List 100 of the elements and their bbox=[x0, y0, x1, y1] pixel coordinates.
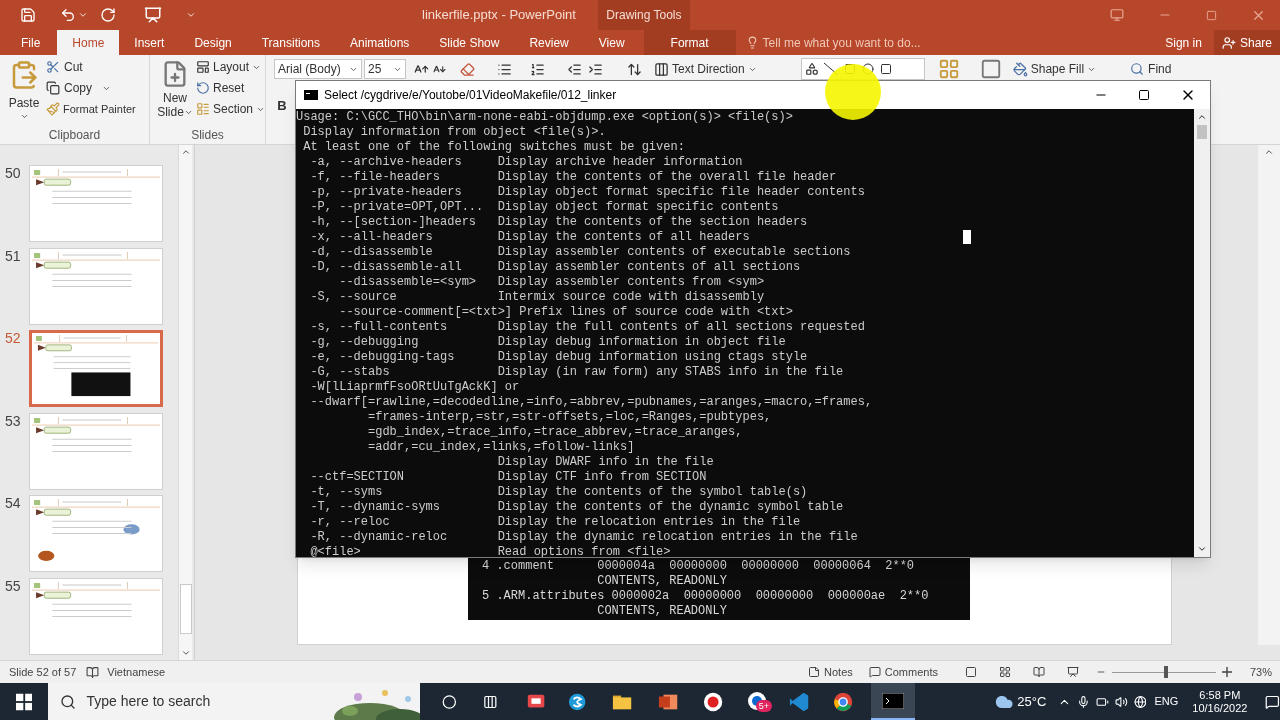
zoom-in-icon[interactable] bbox=[1221, 667, 1232, 677]
cut-button[interactable]: Cut bbox=[46, 58, 136, 76]
redo-icon[interactable] bbox=[100, 7, 116, 23]
scroll-thumb[interactable] bbox=[1197, 125, 1207, 139]
slide-thumbnail[interactable] bbox=[29, 412, 163, 490]
windows-logo-icon[interactable] bbox=[16, 692, 33, 711]
normal-view-icon[interactable] bbox=[963, 666, 978, 678]
layout-button[interactable]: Layout bbox=[195, 58, 265, 76]
layout-icon bbox=[195, 60, 210, 74]
customize-icon[interactable] bbox=[186, 10, 196, 20]
slide-thumbnail[interactable] bbox=[29, 330, 163, 407]
record-icon[interactable] bbox=[702, 690, 723, 713]
reading-view-icon[interactable] bbox=[1031, 666, 1046, 678]
ribbon-tab[interactable]: Review bbox=[514, 30, 584, 55]
indent-decrease-icon[interactable] bbox=[567, 61, 582, 77]
console-line: --dwarf[=rawline,=decodedline,=info,=abbrev,=pubnames,=aranges,=macro,=frames, bbox=[309, 395, 873, 410]
slideshow-icon[interactable] bbox=[144, 6, 162, 24]
ribbon-tab[interactable]: Animations bbox=[335, 30, 425, 55]
shape-fill-button[interactable]: Shape Fill bbox=[1012, 60, 1097, 78]
bullets-icon[interactable] bbox=[497, 61, 512, 77]
microphone-icon[interactable] bbox=[1077, 694, 1090, 709]
eraser-icon[interactable] bbox=[460, 61, 475, 77]
reset-icon bbox=[195, 81, 210, 95]
code-line: CONTENTS, READONLY bbox=[596, 604, 727, 619]
tell-me-placeholder: Tell me what you want to do... bbox=[762, 34, 921, 52]
spelling-icon[interactable] bbox=[86, 665, 100, 679]
terminal-taskbar-button[interactable] bbox=[871, 683, 915, 720]
ribbon-tab[interactable]: Home bbox=[57, 30, 120, 55]
code-editor-icon[interactable] bbox=[788, 690, 809, 713]
ribbon-tab[interactable]: Slide Show bbox=[424, 30, 515, 55]
scroll-up-icon[interactable] bbox=[1264, 147, 1274, 157]
zoom-thumb[interactable] bbox=[1163, 665, 1168, 678]
notes-button[interactable]: Notes bbox=[808, 663, 853, 681]
code-line: 4 .comment 0000004a 00000000 00000000 00000064 2**0 bbox=[482, 559, 915, 574]
line-spacing-icon[interactable] bbox=[627, 61, 642, 77]
text-direction-button[interactable]: Text Direction bbox=[654, 60, 757, 78]
comments-button[interactable]: Comments bbox=[868, 663, 938, 681]
scroll-down-icon[interactable] bbox=[1197, 544, 1207, 554]
browser-icon[interactable] bbox=[832, 690, 853, 713]
rounded-rectangle-icon bbox=[878, 63, 893, 75]
volume-icon[interactable] bbox=[1114, 694, 1128, 709]
slide-number: 54 bbox=[5, 495, 22, 511]
slide-number: 52 bbox=[5, 330, 22, 346]
task-view-icon[interactable] bbox=[483, 693, 498, 710]
scroll-down-icon[interactable] bbox=[180, 648, 191, 658]
cortana-icon[interactable] bbox=[442, 693, 458, 710]
console-line: -R, --dynamic-reloc Display the dynamic relocation entries in the file bbox=[309, 530, 858, 545]
network-icon[interactable] bbox=[1133, 694, 1147, 709]
paste-button[interactable]: Paste bbox=[4, 55, 44, 126]
console-line: -W[lLiaprmfFsoORtUuTgAckK] or bbox=[309, 380, 520, 395]
search-placeholder: Type here to search bbox=[86, 692, 211, 711]
console-line: Usage: C:\GCC_THO\bin\arm-none-eabi-objdump.exe <option(s)> <file(s)> bbox=[296, 110, 793, 125]
slide-info: Slide 52 of 57 bbox=[9, 664, 77, 680]
console-line: -h, --[section-]headers Display the contents of the section headers bbox=[309, 215, 808, 230]
slide-thumbnail[interactable] bbox=[29, 247, 163, 325]
console-line: -g, --debugging Display debug information in object file bbox=[309, 335, 786, 350]
section-button[interactable]: Section bbox=[195, 100, 265, 118]
copy-button[interactable]: Copy bbox=[46, 79, 136, 97]
scroll-up-icon[interactable] bbox=[180, 147, 191, 157]
notifications-icon[interactable] bbox=[1265, 693, 1280, 710]
scroll-thumb[interactable] bbox=[179, 584, 192, 634]
maximize-icon[interactable] bbox=[1138, 89, 1150, 101]
indent-increase-icon[interactable] bbox=[588, 61, 603, 77]
slideshow-view-icon[interactable] bbox=[1065, 666, 1080, 678]
ribbon-tab[interactable]: File bbox=[0, 30, 58, 55]
new-slide-button[interactable]: New Slide bbox=[154, 55, 196, 126]
console-line: @<file> Read options from <file> bbox=[309, 545, 671, 557]
ribbon-tab[interactable]: Format bbox=[643, 30, 736, 55]
console-line: =gdb_index,=trace_info,=trace_abbrev,=trace_aranges, bbox=[367, 425, 743, 440]
bold-button[interactable]: B bbox=[274, 96, 290, 116]
input-language[interactable]: ENG bbox=[1154, 693, 1179, 710]
slide-thumbnail[interactable] bbox=[29, 577, 163, 655]
shapes-icon bbox=[804, 62, 819, 76]
taskbar-search-field[interactable]: Type here to search bbox=[48, 683, 421, 720]
language-label[interactable]: Vietnamese bbox=[107, 663, 166, 681]
slide-sorter-icon[interactable] bbox=[997, 666, 1012, 678]
scroll-up-icon[interactable] bbox=[1197, 112, 1207, 122]
clock-date[interactable]: 10/16/2022 bbox=[1192, 701, 1248, 715]
ribbon-tab[interactable]: Transitions bbox=[246, 30, 335, 55]
sign-in-link[interactable]: Sign in bbox=[1165, 30, 1202, 55]
skype-icon[interactable] bbox=[567, 691, 587, 712]
clock-time[interactable]: 6:58 PM bbox=[1199, 688, 1241, 702]
ribbon-tab[interactable]: Insert bbox=[119, 30, 180, 55]
font-dropdown[interactable]: Arial (Body) bbox=[274, 59, 362, 79]
share-button[interactable]: Share bbox=[1213, 30, 1280, 55]
tell-me-field[interactable]: Tell me what you want to do... bbox=[745, 30, 921, 55]
font-size-dropdown[interactable]: 25 bbox=[364, 59, 406, 79]
ribbon-tab[interactable]: View bbox=[583, 30, 640, 55]
ribbon-tab[interactable]: Design bbox=[179, 30, 247, 55]
save-icon[interactable] bbox=[20, 7, 36, 23]
format-painter-button[interactable]: Format Painter bbox=[46, 100, 136, 118]
find-button[interactable]: Find bbox=[1130, 60, 1172, 78]
temperature: 25°C bbox=[1017, 692, 1047, 711]
undo-icon[interactable] bbox=[60, 7, 76, 23]
share-icon bbox=[1221, 35, 1236, 50]
slide-thumbnail[interactable] bbox=[29, 495, 163, 572]
numbering-icon[interactable] bbox=[530, 61, 545, 77]
reset-button[interactable]: Reset bbox=[195, 79, 265, 97]
caret-icon[interactable] bbox=[78, 10, 88, 20]
slide-thumbnail[interactable] bbox=[29, 165, 163, 242]
